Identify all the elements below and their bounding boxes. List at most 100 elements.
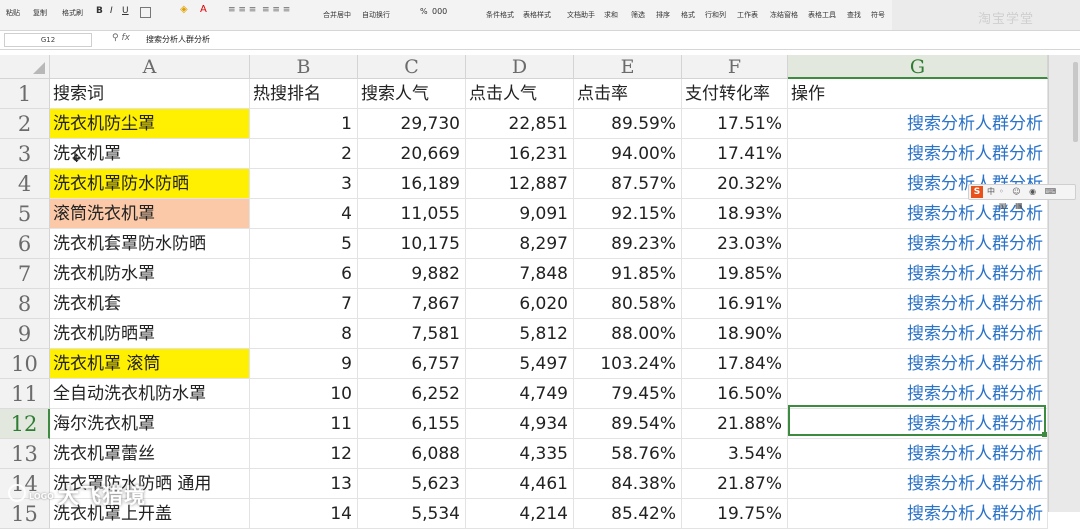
data-cell-b[interactable]: 12 [250,439,358,469]
table-tools-button[interactable]: 表格工具 [808,11,836,19]
row-header[interactable]: 12 [0,409,50,439]
data-cell-b[interactable]: 4 [250,199,358,229]
column-header-e[interactable]: E [574,55,682,79]
header-cell-f[interactable]: 支付转化率 [682,79,788,109]
data-cell-e[interactable]: 88.00% [574,319,682,349]
freeze-button[interactable]: 冻结窗格 [770,11,798,19]
data-cell-d[interactable]: 5,497 [466,349,574,379]
data-cell-c[interactable]: 9,882 [358,259,466,289]
data-cell-c[interactable]: 16,189 [358,169,466,199]
data-cell-c[interactable]: 6,757 [358,349,466,379]
data-cell-c[interactable]: 10,175 [358,229,466,259]
row-header[interactable]: 13 [0,439,50,469]
data-cell-d[interactable]: 4,335 [466,439,574,469]
worksheet-button[interactable]: 工作表 [737,11,758,19]
row-header[interactable]: 1 [0,79,50,109]
data-cell-f[interactable]: 20.32% [682,169,788,199]
ime-toolbar[interactable]: S 中 ◦ ☺ ◉ ⌨ ▤ ▦ [968,184,1076,210]
data-cell-d[interactable]: 16,231 [466,139,574,169]
data-cell-b[interactable]: 13 [250,469,358,499]
data-cell-e[interactable]: 89.23% [574,229,682,259]
table-style-button[interactable]: 表格样式 [523,11,551,19]
fill-color-icon[interactable]: ◈ [180,5,188,15]
row-header[interactable]: 4 [0,169,50,199]
conditional-format-button[interactable]: 条件格式 [486,11,514,19]
row-header[interactable]: 10 [0,349,50,379]
data-cell-b[interactable]: 10 [250,379,358,409]
symbol-button[interactable]: 符号 [871,11,885,19]
data-cell-f[interactable]: 21.88% [682,409,788,439]
header-cell-a[interactable]: 搜索词 [50,79,250,109]
data-cell-d[interactable]: 4,214 [466,499,574,529]
keyword-cell[interactable]: 洗衣机防晒罩 [50,319,250,349]
row-header[interactable]: 3 [0,139,50,169]
data-cell-f[interactable]: 19.85% [682,259,788,289]
data-cell-e[interactable]: 91.85% [574,259,682,289]
data-cell-f[interactable]: 19.75% [682,499,788,529]
header-cell-g[interactable]: 操作 [788,79,1048,109]
row-header[interactable]: 7 [0,259,50,289]
header-cell-b[interactable]: 热搜排名 [250,79,358,109]
data-cell-c[interactable]: 20,669 [358,139,466,169]
doc-assist-button[interactable]: 文档助手 [567,11,595,19]
data-cell-e[interactable]: 85.42% [574,499,682,529]
ime-mode-label[interactable]: 中 [987,185,995,199]
keyword-cell[interactable]: 洗衣机套罩防水防晒 [50,229,250,259]
column-header-b[interactable]: B [250,55,358,79]
column-header-a[interactable]: A [50,55,250,79]
data-cell-d[interactable]: 4,461 [466,469,574,499]
italic-button[interactable]: I [110,7,113,16]
data-cell-b[interactable]: 3 [250,169,358,199]
data-cell-e[interactable]: 103.24% [574,349,682,379]
data-cell-e[interactable]: 94.00% [574,139,682,169]
font-color-icon[interactable]: A [200,5,207,15]
rows-cols-button[interactable]: 行和列 [705,11,726,19]
data-cell-f[interactable]: 16.50% [682,379,788,409]
sum-button[interactable]: 求和 [604,11,618,19]
align-icons-2[interactable]: ≡ ≡ ≡ [262,6,290,15]
data-cell-d[interactable]: 9,091 [466,199,574,229]
action-link[interactable]: 搜索分析人群分析 [788,499,1048,529]
action-link[interactable]: 搜索分析人群分析 [788,319,1048,349]
keyword-cell[interactable]: 洗衣机套 [50,289,250,319]
data-cell-c[interactable]: 6,088 [358,439,466,469]
wrap-text-button[interactable]: 自动换行 [362,11,390,19]
data-cell-b[interactable]: 7 [250,289,358,319]
select-all-corner[interactable] [0,55,50,79]
keyword-cell[interactable]: 全自动洗衣机防水罩 [50,379,250,409]
data-cell-c[interactable]: 7,581 [358,319,466,349]
action-link[interactable]: 搜索分析人群分析 [788,259,1048,289]
keyword-cell[interactable]: 洗衣机防尘罩 [50,109,250,139]
action-link[interactable]: 搜索分析人群分析 [788,229,1048,259]
data-cell-e[interactable]: 80.58% [574,289,682,319]
data-cell-f[interactable]: 18.90% [682,319,788,349]
data-cell-e[interactable]: 84.38% [574,469,682,499]
column-header-c[interactable]: C [358,55,466,79]
keyword-cell[interactable]: 洗衣机罩 滚筒 [50,349,250,379]
data-cell-b[interactable]: 2 [250,139,358,169]
data-cell-e[interactable]: 89.59% [574,109,682,139]
percent-button[interactable]: % [420,8,428,16]
data-cell-f[interactable]: 23.03% [682,229,788,259]
keyword-cell[interactable]: 滚筒洗衣机罩 [50,199,250,229]
keyword-cell[interactable]: 洗衣机罩防水防晒 [50,169,250,199]
filter-button[interactable]: 筛选 [631,11,645,19]
row-header[interactable]: 8 [0,289,50,319]
underline-button[interactable]: U [122,7,129,16]
header-cell-c[interactable]: 搜索人气 [358,79,466,109]
data-cell-d[interactable]: 7,848 [466,259,574,289]
format-button[interactable]: 格式 [681,11,695,19]
column-header-d[interactable]: D [466,55,574,79]
action-link[interactable]: 搜索分析人群分析 [788,349,1048,379]
data-cell-c[interactable]: 29,730 [358,109,466,139]
data-cell-f[interactable]: 17.41% [682,139,788,169]
keyword-cell[interactable]: 海尔洗衣机罩 [50,409,250,439]
action-link[interactable]: 搜索分析人群分析 [788,139,1048,169]
bold-button[interactable]: B [96,7,103,16]
data-cell-d[interactable]: 12,887 [466,169,574,199]
data-cell-c[interactable]: 11,055 [358,199,466,229]
data-cell-f[interactable]: 17.84% [682,349,788,379]
name-box[interactable]: G12 [4,33,92,47]
data-cell-c[interactable]: 6,252 [358,379,466,409]
data-cell-b[interactable]: 8 [250,319,358,349]
